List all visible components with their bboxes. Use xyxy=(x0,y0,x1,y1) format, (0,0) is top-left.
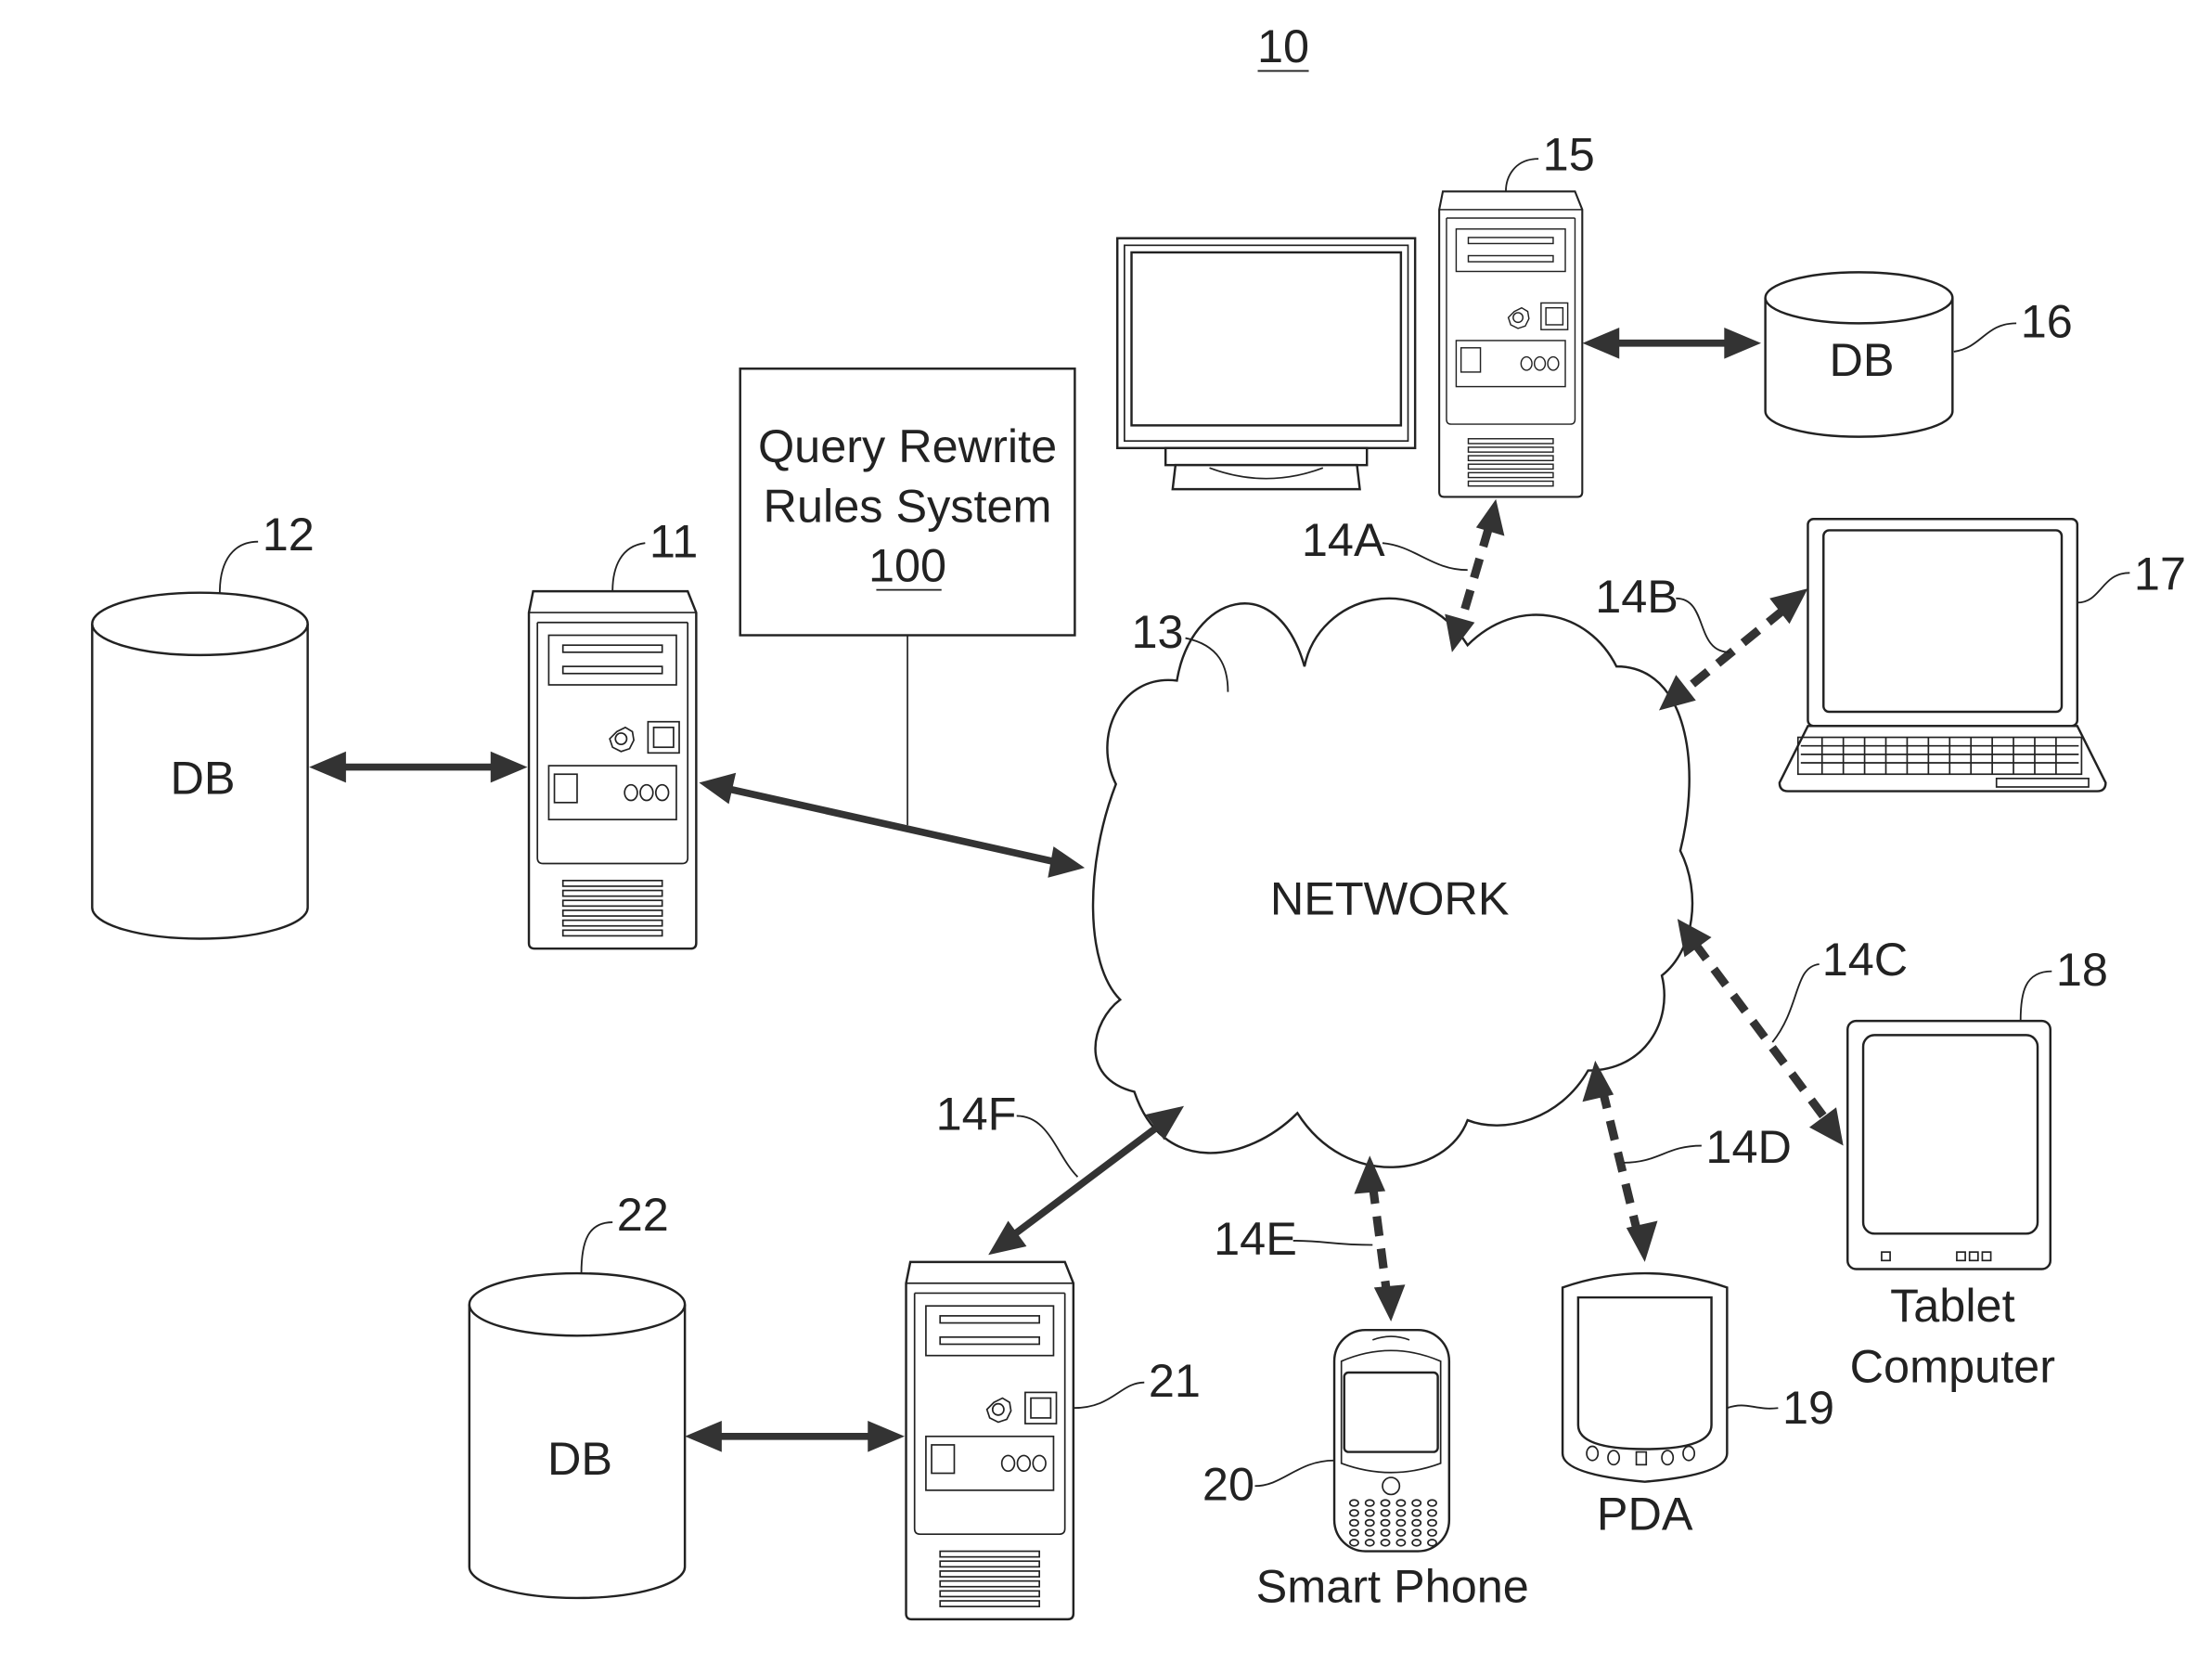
link-db12-server11 xyxy=(309,751,528,783)
db22-ref: 22 xyxy=(617,1188,669,1241)
link14c-ref: 14C xyxy=(1822,933,1908,986)
phone20-ref: 20 xyxy=(1202,1458,1254,1511)
tablet18-ref: 18 xyxy=(2056,943,2108,996)
link14c-leader xyxy=(1771,963,1820,1043)
qrrs-line2: Rules System xyxy=(764,479,1052,532)
qrrs-ref: 100 xyxy=(868,538,946,591)
pda-label: PDA xyxy=(1597,1488,1693,1541)
link14f-ref: 14F xyxy=(936,1088,1017,1141)
network-diagram: 10 NETWORK 13 Query Rewrite Rules System… xyxy=(91,19,2186,1621)
database-12: DB 12 xyxy=(91,508,315,940)
database-16: DB 16 xyxy=(1764,271,2073,438)
db22-label: DB xyxy=(547,1432,612,1485)
db16-label: DB xyxy=(1830,333,1895,386)
tablet-label-line1: Tablet xyxy=(1890,1279,2015,1332)
server21-ref: 21 xyxy=(1149,1354,1201,1407)
pda19-ref: 19 xyxy=(1782,1381,1834,1434)
server15-leader xyxy=(1505,158,1539,192)
server11-leader xyxy=(611,542,646,592)
smart-phone-20: Smart Phone 20 xyxy=(1202,1328,1529,1613)
link14d-ref: 14D xyxy=(1705,1120,1791,1173)
link14b-leader xyxy=(1676,597,1730,653)
link14f-leader xyxy=(1016,1115,1079,1178)
figure-number: 10 xyxy=(1257,19,1309,72)
link-server11-network xyxy=(699,772,1086,878)
db22-leader xyxy=(580,1221,613,1274)
db16-ref: 16 xyxy=(2021,295,2073,348)
server11-ref: 11 xyxy=(649,514,698,567)
link-14d: 14D xyxy=(1582,1060,1792,1262)
db12-leader xyxy=(218,540,259,593)
link14e-ref: 14E xyxy=(1214,1212,1297,1265)
db12-label: DB xyxy=(171,752,236,805)
db12-ref: 12 xyxy=(263,508,315,561)
link-server15-db16 xyxy=(1582,327,1762,359)
link14d-leader xyxy=(1623,1144,1702,1164)
phone20-leader xyxy=(1254,1459,1335,1488)
db16-leader xyxy=(1953,322,2017,353)
monitor xyxy=(1116,237,1417,491)
link14a-leader xyxy=(1382,542,1468,572)
server21-leader xyxy=(1073,1381,1145,1410)
network-label: NETWORK xyxy=(1270,872,1510,925)
network-ref: 13 xyxy=(1132,605,1184,658)
database-22: DB 22 xyxy=(468,1188,687,1600)
link14e-leader xyxy=(1292,1240,1373,1246)
workstation-server-15: 15 xyxy=(1438,127,1595,498)
phone-label: Smart Phone xyxy=(1256,1560,1529,1613)
pda19-leader xyxy=(1727,1404,1779,1410)
tablet18-leader xyxy=(2019,970,2052,1022)
server15-ref: 15 xyxy=(1543,127,1595,180)
query-rewrite-rules-system: Query Rewrite Rules System 100 xyxy=(739,367,1076,826)
pda-19: PDA 19 xyxy=(1561,1271,1834,1541)
tablet-label-line2: Computer xyxy=(1850,1340,2055,1393)
server-21: 21 xyxy=(905,1260,1201,1621)
laptop17-ref: 17 xyxy=(2134,548,2186,600)
laptop-17: 17 xyxy=(1778,517,2186,793)
server-11: 11 xyxy=(527,514,698,950)
link14b-ref: 14B xyxy=(1595,570,1678,623)
link14a-ref: 14A xyxy=(1302,513,1385,566)
link-14e: 14E xyxy=(1214,1155,1406,1322)
link-db22-server21 xyxy=(685,1420,905,1452)
tablet-18: Tablet Computer 18 xyxy=(1846,943,2108,1393)
laptop17-leader xyxy=(2077,572,2130,604)
qrrs-line1: Query Rewrite xyxy=(758,419,1057,472)
